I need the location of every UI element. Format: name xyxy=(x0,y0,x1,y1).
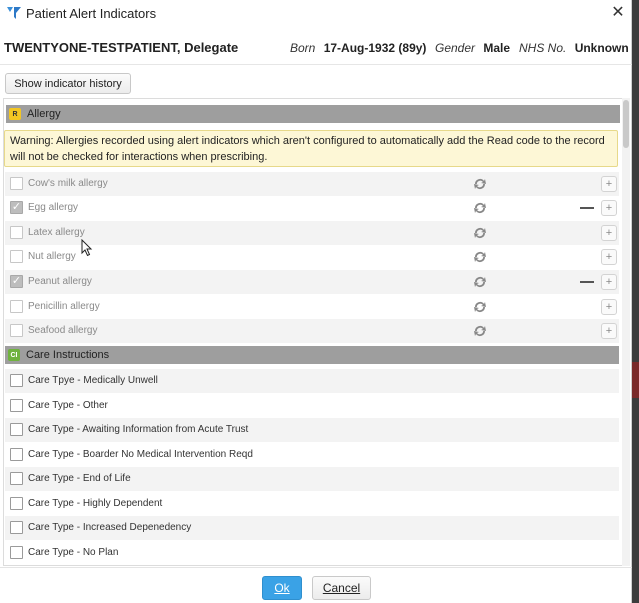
funnel-logo-icon xyxy=(7,7,21,19)
list-item: Penicillin allergy + xyxy=(5,295,619,319)
item-label: Seafood allergy xyxy=(28,325,98,336)
item-label: Care Type - Awaiting Information from Ac… xyxy=(28,424,249,435)
nhs-field: NHS No. Unknown xyxy=(519,41,629,55)
checkbox[interactable] xyxy=(10,250,23,263)
add-button[interactable]: + xyxy=(601,299,617,315)
sync-icon[interactable] xyxy=(472,249,488,265)
sync-icon[interactable] xyxy=(472,274,488,290)
header-divider xyxy=(0,64,632,65)
checkbox[interactable] xyxy=(10,324,23,337)
list-item: ✓ Egg allergy + xyxy=(5,196,619,220)
list-item: Care Tpye - Medically Unwell xyxy=(5,369,619,393)
background-window-accent xyxy=(632,362,639,398)
mouse-cursor-icon xyxy=(81,239,93,257)
close-button[interactable]: ✕ xyxy=(608,3,628,23)
add-button[interactable]: + xyxy=(601,225,617,241)
list-item: Care Type - Increased Depenedency xyxy=(5,516,619,540)
patient-banner: TWENTYONE-TESTPATIENT, Delegate Born 17-… xyxy=(4,40,629,58)
section-title-care-instructions: Care Instructions xyxy=(26,349,110,361)
checkbox[interactable] xyxy=(10,448,23,461)
patient-name: TWENTYONE-TESTPATIENT, Delegate xyxy=(4,40,239,55)
add-button[interactable]: + xyxy=(601,200,617,216)
list-scrollbar[interactable] xyxy=(622,98,630,566)
list-item: Care Type - Highly Dependent xyxy=(5,492,619,516)
checkbox[interactable] xyxy=(10,374,23,387)
born-value: 17-Aug-1932 (89y) xyxy=(323,41,427,55)
footer-divider xyxy=(0,567,632,568)
item-label: Peanut allergy xyxy=(28,276,92,287)
item-label: Penicillin allergy xyxy=(28,301,100,312)
minus-icon[interactable] xyxy=(580,281,594,283)
checkbox[interactable] xyxy=(10,226,23,239)
item-label: Egg allergy xyxy=(28,202,79,213)
item-label: Care Tpye - Medically Unwell xyxy=(28,375,158,386)
checkbox[interactable] xyxy=(10,399,23,412)
born-field: Born 17-Aug-1932 (89y) xyxy=(290,41,426,55)
ok-button[interactable]: Ok xyxy=(262,576,302,600)
list-item: Cow's milk allergy + xyxy=(5,172,619,196)
list-item: Care Type - Boarder No Medical Intervent… xyxy=(5,443,619,467)
scrollbar-thumb[interactable] xyxy=(623,100,629,148)
checkbox[interactable]: ✓ xyxy=(10,201,23,214)
item-label: Nut allergy xyxy=(28,251,76,262)
item-label: Care Type - End of Life xyxy=(28,473,131,484)
indicator-rows: Cow's milk allergy + ✓ Egg allergy + Lat… xyxy=(3,98,623,566)
add-button[interactable]: + xyxy=(601,274,617,290)
checkbox[interactable] xyxy=(10,472,23,485)
dialog-title: Patient Alert Indicators xyxy=(26,6,157,21)
sync-icon[interactable] xyxy=(472,200,488,216)
add-button[interactable]: + xyxy=(601,323,617,339)
list-item: Seafood allergy + xyxy=(5,319,619,343)
sync-icon[interactable] xyxy=(472,225,488,241)
checkbox[interactable] xyxy=(10,423,23,436)
sync-icon[interactable] xyxy=(472,323,488,339)
list-item: Care Type - End of Life xyxy=(5,467,619,491)
list-item: Care Type - Other xyxy=(5,394,619,418)
section-header-care-instructions: CI Care Instructions xyxy=(5,346,619,364)
cancel-label: Cancel xyxy=(322,581,361,595)
list-item: Care Type - Awaiting Information from Ac… xyxy=(5,418,619,442)
list-item: Care Type - No Plan xyxy=(5,541,619,565)
sync-icon[interactable] xyxy=(472,299,488,315)
checkbox[interactable] xyxy=(10,497,23,510)
born-label: Born xyxy=(290,41,316,55)
show-indicator-history-button[interactable]: Show indicator history xyxy=(5,73,131,94)
care-instructions-section-badge: CI xyxy=(8,349,20,361)
gender-value: Male xyxy=(483,41,511,55)
checkbox[interactable]: ✓ xyxy=(10,275,23,288)
checkbox[interactable] xyxy=(10,300,23,313)
item-label: Latex allergy xyxy=(28,227,85,238)
item-label: Cow's milk allergy xyxy=(28,178,108,189)
add-button[interactable]: + xyxy=(601,249,617,265)
minus-icon[interactable] xyxy=(580,207,594,209)
item-label: Care Type - Boarder No Medical Intervent… xyxy=(28,449,253,460)
patient-alert-indicators-dialog: Patient Alert Indicators ✕ TWENTYONE-TES… xyxy=(0,0,632,603)
add-button[interactable]: + xyxy=(601,176,617,192)
item-label: Care Type - Increased Depenedency xyxy=(28,522,192,533)
list-item: Nut allergy + xyxy=(5,245,619,269)
item-label: Care Type - No Plan xyxy=(28,547,119,558)
sync-icon[interactable] xyxy=(472,176,488,192)
nhs-label: NHS No. xyxy=(519,41,567,55)
item-label: Care Type - Highly Dependent xyxy=(28,498,163,509)
item-label: Care Type - Other xyxy=(28,400,108,411)
gender-label: Gender xyxy=(435,41,476,55)
background-window-edge xyxy=(632,0,639,603)
list-item: ✓ Peanut allergy + xyxy=(5,270,619,294)
gender-field: Gender Male xyxy=(435,41,510,55)
checkbox[interactable] xyxy=(10,521,23,534)
checkbox[interactable] xyxy=(10,177,23,190)
title-bar: Patient Alert Indicators ✕ xyxy=(0,0,632,28)
cancel-button[interactable]: Cancel xyxy=(312,576,371,600)
nhs-value: Unknown xyxy=(574,41,629,55)
checkbox[interactable] xyxy=(10,546,23,559)
list-item: Latex allergy + xyxy=(5,221,619,245)
